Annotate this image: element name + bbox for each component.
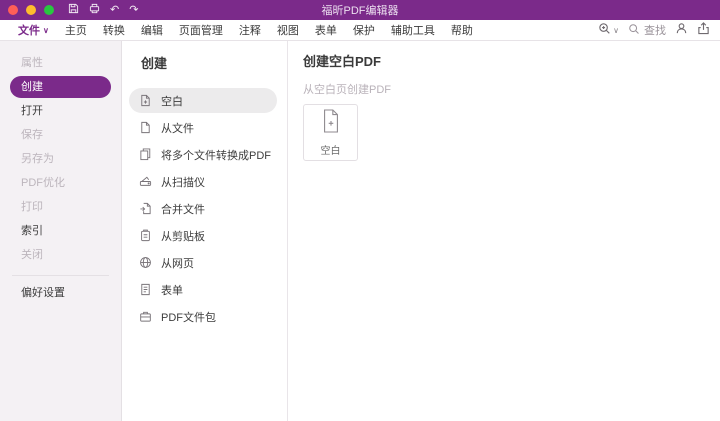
find-button[interactable]: 查找 [628, 22, 666, 38]
create-item-label: 从扫描仪 [161, 176, 205, 189]
minimize-window-button[interactable] [26, 5, 36, 15]
sidebar-item-create[interactable]: 创建 [10, 76, 111, 98]
combine-files-icon [139, 202, 152, 215]
quick-access-toolbar: ↶ ↷ [68, 3, 138, 17]
create-item-label: PDF文件包 [161, 311, 216, 324]
create-item-label: 表单 [161, 284, 183, 297]
page-title: 创建空白PDF [303, 54, 382, 69]
card-label: 空白 [320, 146, 341, 157]
blank-page-plus-icon [139, 94, 152, 107]
menu-item-convert[interactable]: 转换 [95, 22, 133, 38]
window-title: 福昕PDF编辑器 [321, 5, 399, 17]
blank-page-plus-icon [320, 108, 342, 137]
sidebar-divider [12, 275, 109, 276]
web-page-icon [139, 256, 152, 269]
sidebar-item-index[interactable]: 索引 [10, 220, 111, 242]
zoom-search-icon [598, 22, 611, 38]
close-window-button[interactable] [8, 5, 18, 15]
menu-item-file-label: 文件 [18, 25, 40, 37]
blank-pdf-card[interactable]: 空白 [303, 104, 358, 161]
print-icon[interactable] [89, 3, 100, 17]
create-item-label: 从剪贴板 [161, 230, 205, 243]
menu-item-form[interactable]: 表单 [307, 22, 345, 38]
menu-item-comment[interactable]: 注释 [231, 22, 269, 38]
main-panel: 创建空白PDF 从空白页创建PDF 空白 [288, 41, 720, 421]
clipboard-icon [139, 229, 152, 242]
create-item-combine-files[interactable]: 合并文件 [129, 196, 277, 221]
from-file-icon [139, 121, 152, 134]
create-item-label: 空白 [161, 95, 183, 108]
create-item-blank[interactable]: 空白 [129, 88, 277, 113]
create-item-form[interactable]: 表单 [129, 277, 277, 302]
chevron-down-icon: ∨ [613, 25, 619, 35]
menu-item-home[interactable]: 主页 [57, 22, 95, 38]
menu-item-file[interactable]: 文件 ∨ [10, 22, 57, 38]
sidebar-item-pdf-optimize: PDF优化 [21, 177, 65, 189]
account-icon[interactable] [675, 22, 688, 38]
create-item-label: 合并文件 [161, 203, 205, 216]
share-icon[interactable] [697, 22, 710, 38]
menubar: 文件 ∨ 主页 转换 编辑 页面管理 注释 视图 表单 保护 辅助工具 帮助 ∨… [0, 20, 720, 41]
window-controls [8, 5, 54, 15]
menu-item-accessibility[interactable]: 辅助工具 [383, 22, 443, 38]
create-item-from-scanner[interactable]: 从扫描仪 [129, 169, 277, 194]
sidebar-item-preferences[interactable]: 偏好设置 [10, 282, 111, 304]
create-panel: 创建 空白 从文件 将多个文件转换成PDF 从扫描仪 合并文件 从剪贴板 从网页… [122, 41, 288, 421]
create-item-from-web-page[interactable]: 从网页 [129, 250, 277, 275]
save-icon[interactable] [68, 3, 79, 17]
sidebar: 属性 创建 打开 保存 另存为 PDF优化 打印 索引 关闭 偏好设置 [0, 41, 122, 421]
sidebar-item-close: 关闭 [21, 249, 43, 261]
find-label: 查找 [644, 25, 666, 37]
redo-icon[interactable]: ↷ [129, 4, 138, 16]
sidebar-item-properties: 属性 [21, 57, 43, 69]
zoom-search-dropdown[interactable]: ∨ [598, 22, 619, 38]
maximize-window-button[interactable] [44, 5, 54, 15]
titlebar: ↶ ↷ 福昕PDF编辑器 [0, 0, 720, 20]
pdf-portfolio-icon [139, 310, 152, 323]
backstage-view: 属性 创建 打开 保存 另存为 PDF优化 打印 索引 关闭 偏好设置 创建 空… [0, 41, 720, 421]
chevron-down-icon: ∨ [43, 25, 49, 35]
form-icon [139, 283, 152, 296]
menu-item-edit[interactable]: 编辑 [133, 22, 171, 38]
create-item-from-clipboard[interactable]: 从剪贴板 [129, 223, 277, 248]
undo-icon[interactable]: ↶ [110, 4, 119, 16]
create-item-label: 从网页 [161, 257, 194, 270]
sidebar-item-save: 保存 [21, 129, 43, 141]
menu-item-help[interactable]: 帮助 [443, 22, 481, 38]
menubar-right-tools: ∨ 查找 [598, 22, 710, 38]
create-item-multiple-files[interactable]: 将多个文件转换成PDF [129, 142, 277, 167]
create-item-label: 从文件 [161, 122, 194, 135]
sidebar-item-save-as: 另存为 [21, 153, 54, 165]
create-item-pdf-portfolio[interactable]: PDF文件包 [129, 304, 277, 329]
sidebar-item-print: 打印 [21, 201, 43, 213]
menu-item-protect[interactable]: 保护 [345, 22, 383, 38]
search-icon [628, 23, 640, 38]
page-subtitle: 从空白页创建PDF [303, 84, 391, 96]
create-item-label: 将多个文件转换成PDF [161, 149, 271, 162]
multiple-files-icon [139, 148, 152, 161]
menu-item-view[interactable]: 视图 [269, 22, 307, 38]
create-item-from-file[interactable]: 从文件 [129, 115, 277, 140]
scanner-icon [139, 175, 152, 188]
menu-item-page-organize[interactable]: 页面管理 [171, 22, 231, 38]
sidebar-item-open[interactable]: 打开 [10, 100, 111, 122]
create-panel-title: 创建 [141, 56, 168, 71]
